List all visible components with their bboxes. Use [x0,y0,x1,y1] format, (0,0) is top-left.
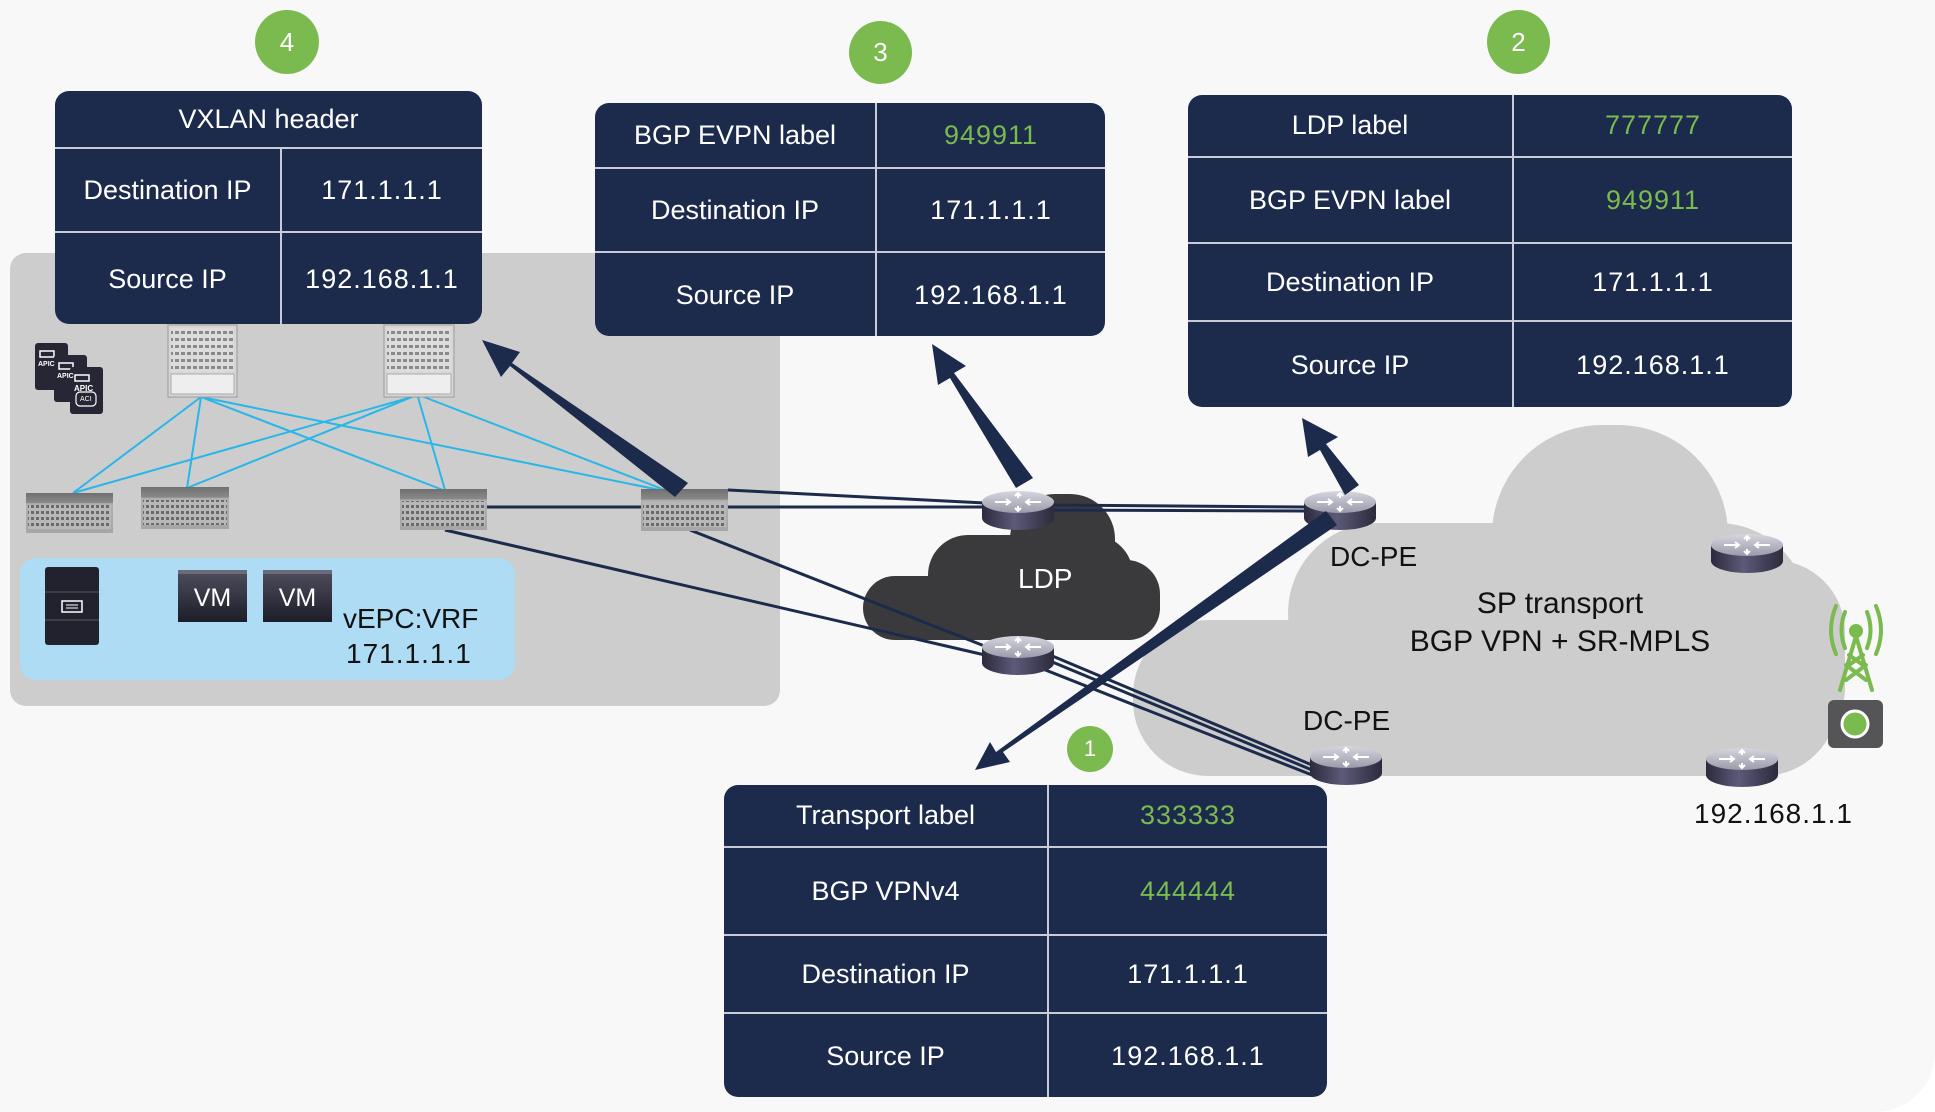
table-row: Destination IP 171.1.1.1 [724,934,1327,1012]
row-key: LDP label [1188,95,1514,156]
row-value: 192.168.1.1 [1111,1041,1265,1071]
router-dc-pe-2 [1309,745,1383,786]
apic-label-3: APIC [74,384,94,393]
base-station-icon [1828,700,1883,748]
row-value: 171.1.1.1 [1127,958,1249,989]
table-row: Source IP 192.168.1.1 [55,231,482,324]
leaf-switch-3 [400,489,487,530]
row-key: Transport label [724,785,1049,846]
row-key: Source IP [1188,322,1514,407]
row-value: 333333 [1139,800,1237,830]
arrow-step-3 [932,344,1033,488]
packet-header-table-step-1: Transport label 333333 BGP VPNv4 444444 … [724,785,1327,1097]
leaf-switch-4 [641,489,728,531]
row-value: 171.1.1.1 [930,194,1052,225]
endpoint-ip-label: 192.168.1.1 [1694,798,1853,829]
sp-cloud-label-line1: SP transport [1476,587,1644,620]
link-spine1-leaf3 [200,396,444,491]
link-spine2-leaf1 [72,396,413,494]
row-value: 949911 [943,119,1039,150]
packet-header-table-step-3: BGP EVPN label 949911 Destination IP 171… [595,103,1105,336]
row-value: 192.168.1.1 [1576,350,1730,380]
row-key: Destination IP [1188,244,1514,320]
sp-cloud-label: SP transport BGP VPN + SR-MPLS [1380,585,1740,661]
vrf-name-label: vEPC:VRF [343,603,479,634]
table-header: VXLAN header [178,103,359,134]
row-value: 171.1.1.1 [321,174,443,205]
table-row: Destination IP 171.1.1.1 [595,167,1105,251]
link-spine2-leaf3 [417,396,446,491]
step-badge-2: 2 [1487,10,1550,74]
aci-label: ACI [80,396,92,403]
table-row: LDP label 777777 [1188,95,1792,156]
table-row: Destination IP 171.1.1.1 [55,147,482,231]
step-badge-1: 1 [1067,726,1113,772]
row-key: BGP EVPN label [1188,158,1514,242]
row-key: Source IP [724,1014,1049,1097]
step-badge-3: 3 [849,21,912,84]
row-key: Source IP [595,253,877,336]
row-key: Source IP [55,233,282,324]
spine-switch-2 [383,324,455,398]
row-key: Destination IP [595,169,877,251]
router-sp-2 [1705,747,1779,788]
step-badge-4: 4 [255,10,319,74]
table-row: BGP VPNv4 444444 [724,846,1327,934]
router-ldp-bottom [981,635,1055,676]
row-value: 444444 [1139,875,1237,906]
dc-pe-label-2: DC-PE [1303,705,1391,736]
table-row: Transport label 333333 [724,785,1327,846]
link-spine2-leaf2 [186,396,413,489]
apic-label-2: APIC [57,373,74,380]
packet-header-table-step-2: LDP label 777777 BGP EVPN label 949911 D… [1188,95,1792,407]
leaf-switch-1 [26,493,113,533]
row-key: BGP EVPN label [595,103,877,167]
table-row: BGP EVPN label 949911 [1188,156,1792,242]
table-row: Source IP 192.168.1.1 [724,1012,1327,1097]
row-value: 171.1.1.1 [1592,266,1714,297]
arrow-step-2 [1302,418,1359,495]
vm-1: VM [178,570,247,622]
sp-cloud-label-line2: BGP VPN + SR-MPLS [1409,625,1711,658]
link-spine1-leaf2 [186,396,202,489]
link-leaf4-ldp-top [727,488,986,505]
apic-label-1: APIC [38,361,55,368]
spine-switch-1 [167,324,238,398]
dc-pe-label-1: DC-PE [1330,541,1418,572]
packet-header-table-step-4: VXLAN header Destination IP 171.1.1.1 So… [55,91,482,324]
server-icon [45,567,99,645]
row-key: Destination IP [55,149,282,231]
row-key: Destination IP [724,936,1049,1012]
table-row: Destination IP 171.1.1.1 [1188,242,1792,320]
row-value: 949911 [1605,184,1701,215]
vm-2: VM [263,570,332,622]
link-ldp-top-dcpe1 [1049,503,1306,509]
row-key: BGP VPNv4 [724,848,1049,934]
row-value: 777777 [1604,110,1702,140]
link-ldp-top-dcpe1b [1049,508,1306,513]
table-row: BGP EVPN label 949911 [595,103,1105,167]
ldp-cloud-label: LDP [1018,563,1073,594]
row-value: 192.168.1.1 [914,280,1068,310]
router-sp-1 [1710,533,1784,574]
router-ldp-top [981,490,1055,531]
row-value: 192.168.1.1 [305,264,459,294]
arrow-step-4 [482,340,688,497]
table-row: Source IP 192.168.1.1 [595,251,1105,336]
vrf-ip-label: 171.1.1.1 [346,638,472,669]
table-row: Source IP 192.168.1.1 [1188,320,1792,407]
leaf-switch-2 [141,487,229,529]
table-header-row: VXLAN header [55,91,482,147]
